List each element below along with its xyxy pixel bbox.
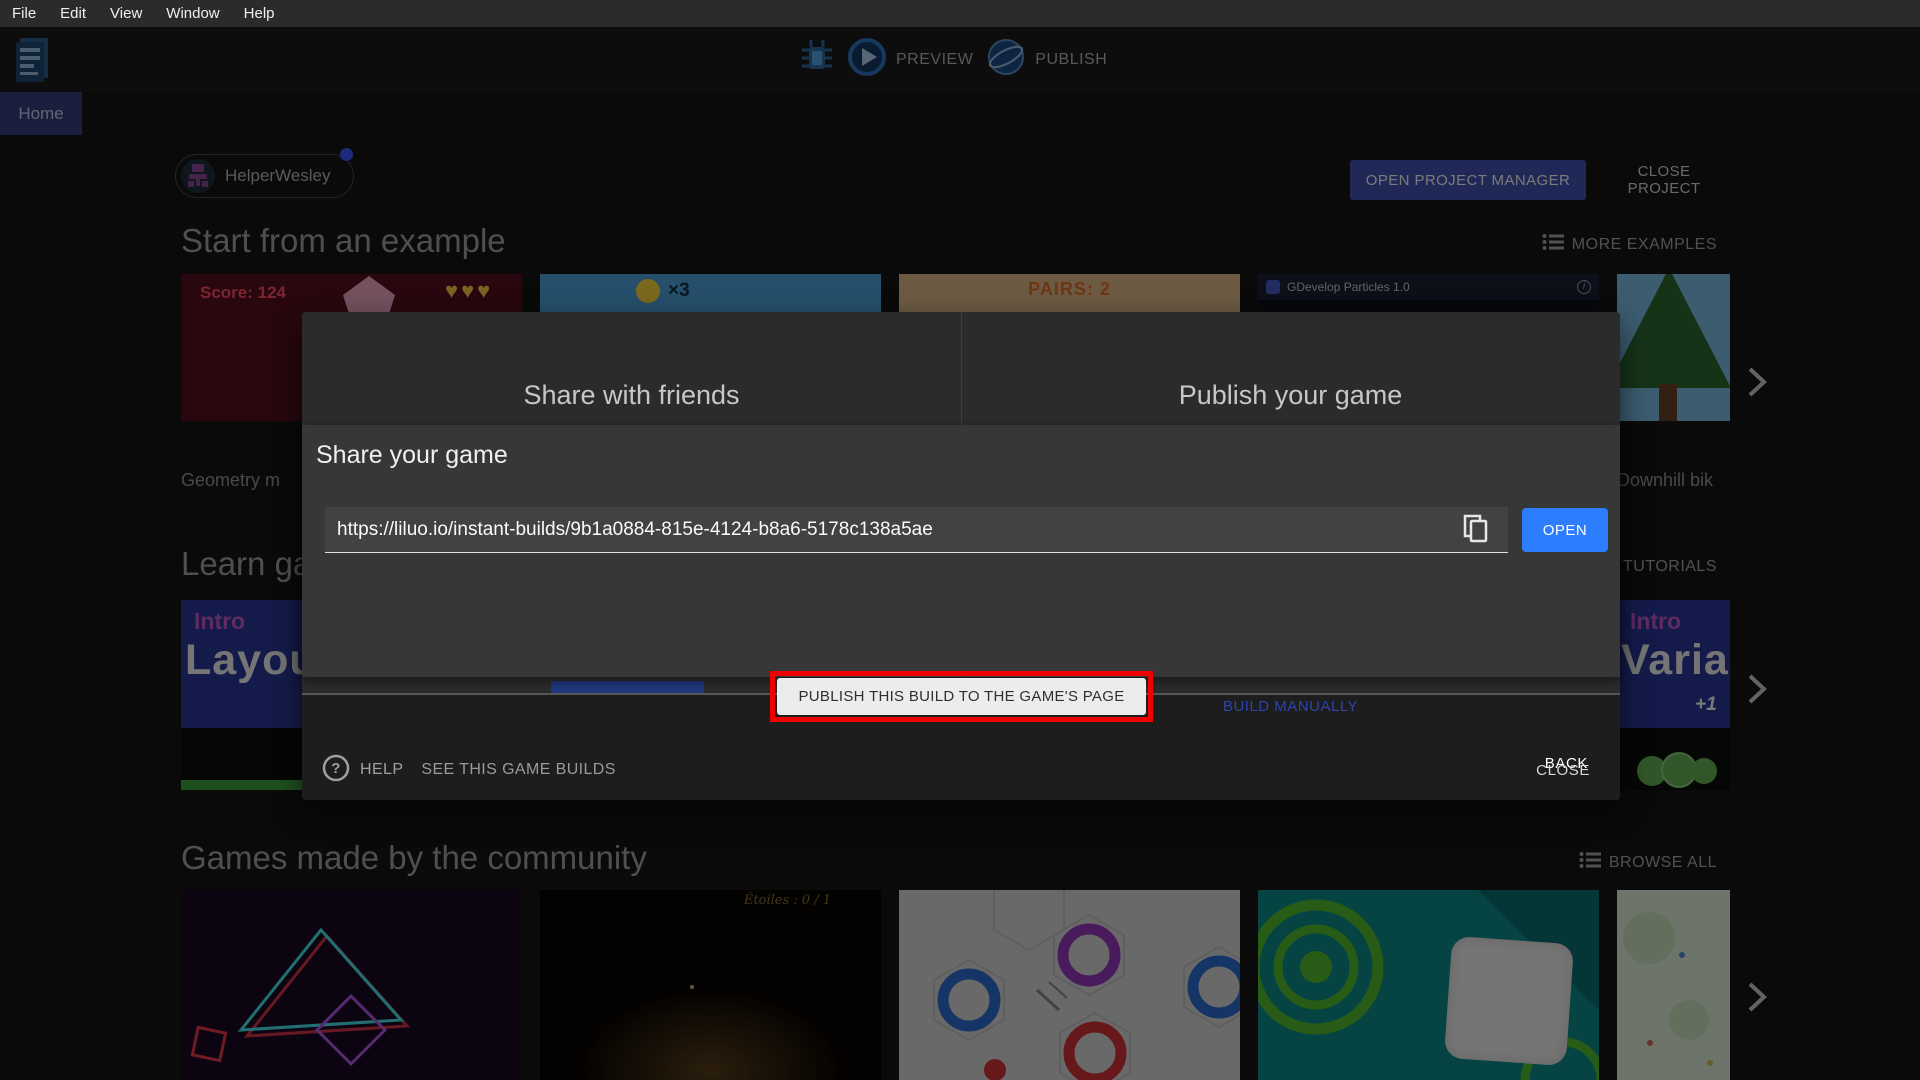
menu-window[interactable]: Window — [154, 0, 231, 27]
dialog-bottom-bar: ? HELP SEE THIS GAME BUILDS CLOSE — [302, 740, 1620, 800]
tab-share-with-friends[interactable]: Share with friends — [302, 312, 961, 425]
publish-build-button[interactable]: PUBLISH THIS BUILD TO THE GAME'S PAGE — [777, 678, 1146, 715]
menu-file[interactable]: File — [0, 0, 48, 27]
share-your-game-panel: Share your game OPEN PUBLISH THIS BUILD … — [302, 425, 1620, 772]
menu-view[interactable]: View — [98, 0, 154, 27]
close-dialog-button[interactable]: CLOSE — [1536, 762, 1590, 779]
see-game-builds-link[interactable]: SEE THIS GAME BUILDS — [421, 761, 615, 779]
help-label: HELP — [360, 761, 404, 778]
menu-edit[interactable]: Edit — [48, 0, 98, 27]
help-icon: ? — [322, 754, 350, 787]
help-link[interactable]: ? HELP — [322, 754, 403, 787]
open-game-button[interactable]: OPEN — [1522, 508, 1608, 552]
share-dialog: Share with friends Publish your game BUI… — [302, 312, 1620, 800]
panel-title: Share your game — [316, 441, 508, 469]
game-url-input[interactable] — [325, 507, 1508, 553]
menu-bar: File Edit View Window Help — [0, 0, 1920, 27]
menu-help[interactable]: Help — [232, 0, 287, 27]
copy-icon[interactable] — [1460, 514, 1492, 546]
svg-text:?: ? — [331, 760, 341, 777]
tab-publish-your-game[interactable]: Publish your game — [961, 312, 1620, 425]
selected-tab-indicator — [551, 681, 704, 693]
app-window: File Edit View Window Help Share with fr… — [0, 0, 1920, 1080]
